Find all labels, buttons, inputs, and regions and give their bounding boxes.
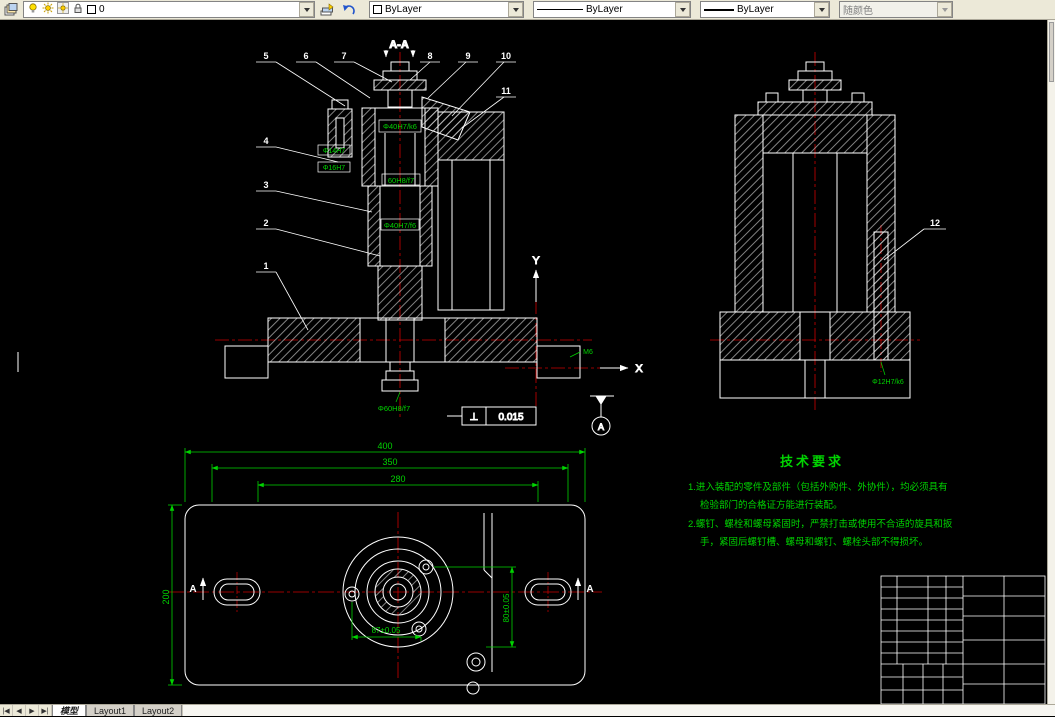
dim-pin12: Φ12H7/k6 xyxy=(872,379,904,386)
tab-nav-first-button[interactable]: |◀ xyxy=(0,705,13,716)
lineweight-value: ByLayer xyxy=(737,4,774,15)
tolerance-symbol: ⊥ xyxy=(470,412,479,423)
linetype-value: ByLayer xyxy=(586,4,623,15)
datum-a: A xyxy=(590,396,614,435)
dim-thread: M6 xyxy=(583,349,593,356)
tab-layout1-label: Layout1 xyxy=(94,706,126,716)
layer-color-swatch[interactable] xyxy=(87,5,96,14)
balloon-7: 7 xyxy=(341,51,346,61)
lineweight-sample-line xyxy=(704,9,734,11)
freeze-viewport-sun-icon[interactable] xyxy=(57,2,69,17)
freeze-sun-icon[interactable] xyxy=(42,2,54,17)
tech-requirements: 技术要求 1.进入装配的零件及部件（包括外购件、外协件），均必须具有 检验部门的… xyxy=(688,454,953,548)
drawing-canvas[interactable]: A-A xyxy=(0,20,1047,704)
dim-bore-top: Φ40H7/k6 xyxy=(383,122,417,131)
dim-350: 350 xyxy=(382,457,397,467)
dim-280: 280 xyxy=(390,474,405,484)
vertical-scrollbar-thumb[interactable] xyxy=(1049,22,1054,82)
layer-name: 0 xyxy=(99,4,105,15)
dim-bore-mid: Φ40H7/f6 xyxy=(384,221,416,230)
vertical-scrollbar[interactable] xyxy=(1047,20,1055,704)
layer-combo-arrow[interactable] xyxy=(299,2,314,17)
layer-properties-manager-icon[interactable] xyxy=(2,2,20,18)
tech-line-4: 手，紧固后螺钉槽、螺母和螺钉、螺栓头部不得损坏。 xyxy=(700,536,928,548)
plan-view[interactable]: A A 400 350 280 200 87±0.05 80±0.05 xyxy=(161,441,602,694)
axis-y-label: Y xyxy=(532,255,540,267)
balloon-4: 4 xyxy=(263,136,268,146)
linetype-sample-line xyxy=(537,9,583,10)
plot-style-combo-arrow xyxy=(937,2,952,17)
balloon-10: 10 xyxy=(501,51,511,61)
balloon-2: 2 xyxy=(263,218,268,228)
horizontal-scrollbar[interactable] xyxy=(182,705,1055,716)
section-mark-left: A xyxy=(189,584,196,595)
plot-style-combo: 随颜色 xyxy=(839,1,953,18)
balloon-8: 8 xyxy=(427,51,432,61)
dim-pin-small: Φ14H7 xyxy=(323,148,345,155)
datum-letter: A xyxy=(598,422,604,432)
color-swatch xyxy=(373,5,382,14)
dim-400: 400 xyxy=(377,441,392,451)
front-dimension-labels: Φ40H7/k6 Φ14H7 Φ16H7 60H8/f7 Φ40H7/f6 Φ6… xyxy=(318,120,593,413)
tech-title: 技术要求 xyxy=(780,454,844,469)
bulb-icon[interactable] xyxy=(27,2,39,17)
balloon-9: 9 xyxy=(465,51,470,61)
layers-stack-icon xyxy=(4,3,18,17)
balloon-11: 11 xyxy=(501,86,511,96)
plot-style-value: 随颜色 xyxy=(843,2,873,17)
drawing-svg: A-A xyxy=(0,20,1047,704)
dim-fit-60: 60H8/f7 xyxy=(388,176,414,185)
balloon-12: 12 xyxy=(930,218,940,228)
lineweight-combo-arrow[interactable] xyxy=(814,2,829,17)
tab-nav-prev-button[interactable]: ◀ xyxy=(13,705,26,716)
dim-pin-large: Φ16H7 xyxy=(323,165,345,172)
plan-dimension-texts: 400 350 280 200 87±0.05 80±0.05 xyxy=(161,441,511,635)
tab-nav-last-button[interactable]: ▶| xyxy=(39,705,52,716)
balloon-1: 1 xyxy=(263,261,268,271)
tab-layout1[interactable]: Layout1 xyxy=(86,705,134,716)
side-view[interactable]: 12 Φ12H7/k6 xyxy=(710,52,946,410)
tolerance-frame: ⊥ 0.015 xyxy=(447,407,536,425)
dim-87: 87±0.05 xyxy=(372,626,401,635)
linetype-combo[interactable]: ByLayer xyxy=(533,1,691,18)
dim-bore-base: Φ60H8/f7 xyxy=(378,404,410,413)
tab-layout2[interactable]: Layout2 xyxy=(134,705,182,716)
tab-nav-next-button[interactable]: ▶ xyxy=(26,705,39,716)
tolerance-value: 0.015 xyxy=(498,412,523,423)
color-combo[interactable]: ByLayer xyxy=(369,1,524,18)
tab-model-label: 模型 xyxy=(60,704,78,717)
front-section-view[interactable]: A-A xyxy=(215,39,643,435)
plan-dimensions xyxy=(168,448,585,685)
title-block xyxy=(881,576,1045,704)
balloon-3: 3 xyxy=(263,180,268,190)
tech-line-3: 2.螺钉、螺栓和螺母紧固时，严禁打击或使用不合适的旋具和扳 xyxy=(688,518,953,530)
linetype-combo-arrow[interactable] xyxy=(675,2,690,17)
make-object-layer-current-icon[interactable] xyxy=(318,2,336,18)
dim-200: 200 xyxy=(161,589,171,604)
lock-icon[interactable] xyxy=(72,2,84,17)
layer-combo[interactable]: 0 xyxy=(23,1,315,18)
layer-properties-toolbar: 0 ByLayer ByLayer ByLayer 随颜色 xyxy=(0,0,1055,20)
color-value: ByLayer xyxy=(385,4,422,15)
axis-x-label: X xyxy=(635,363,643,375)
lineweight-combo[interactable]: ByLayer xyxy=(700,1,830,18)
balloon-5: 5 xyxy=(263,51,268,61)
section-label: A-A xyxy=(389,39,409,51)
dim-80: 80±0.05 xyxy=(502,593,511,622)
layout-tab-bar: |◀ ◀ ▶ ▶| 模型 Layout1 Layout2 xyxy=(0,704,1055,716)
layer-previous-icon[interactable] xyxy=(339,2,357,18)
tab-model[interactable]: 模型 xyxy=(52,705,86,716)
tab-layout2-label: Layout2 xyxy=(142,706,174,716)
tech-line-1: 1.进入装配的零件及部件（包括外购件、外协件），均必须具有 xyxy=(688,481,948,493)
tech-line-2: 检验部门的合格证方能进行装配。 xyxy=(700,499,843,511)
section-mark-right: A xyxy=(586,584,593,595)
balloon-6: 6 xyxy=(303,51,308,61)
color-combo-arrow[interactable] xyxy=(508,2,523,17)
